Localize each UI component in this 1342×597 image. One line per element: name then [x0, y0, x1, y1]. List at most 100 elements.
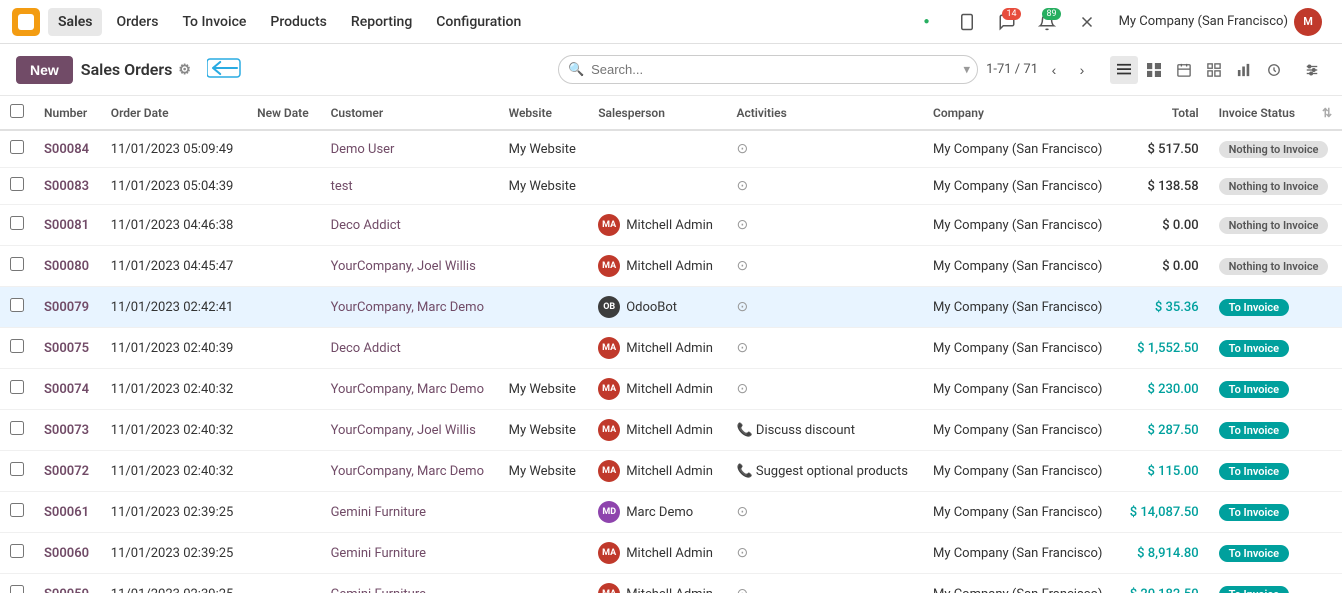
order-number[interactable]: S00075	[34, 328, 101, 369]
status-dot-icon[interactable]: ●	[911, 6, 943, 38]
row-checkbox[interactable]	[10, 216, 24, 230]
chat-icon[interactable]: 14	[991, 6, 1023, 38]
row-checkbox[interactable]	[10, 380, 24, 394]
row-checkbox[interactable]	[10, 503, 24, 517]
website	[499, 328, 589, 369]
column-settings-button[interactable]	[1298, 56, 1326, 84]
prev-page-button[interactable]: ‹	[1042, 58, 1066, 82]
row-checkbox[interactable]	[10, 257, 24, 271]
salesperson: OB OdooBot	[588, 287, 726, 328]
order-number[interactable]: S00060	[34, 533, 101, 574]
row-checkbox[interactable]	[10, 585, 24, 593]
table-row: S0006011/01/2023 02:39:25Gemini Furnitur…	[0, 533, 1342, 574]
order-number[interactable]: S00059	[34, 574, 101, 594]
chart-view-button[interactable]	[1230, 56, 1258, 84]
invoice-status: Nothing to Invoice	[1209, 130, 1342, 168]
order-number[interactable]: S00083	[34, 168, 101, 205]
order-total: $ 8,914.80	[1117, 533, 1208, 574]
activity-cell: 📞 Discuss discount	[726, 410, 923, 451]
nav-reporting[interactable]: Reporting	[341, 8, 422, 36]
order-total: $ 138.58	[1117, 168, 1208, 205]
row-checkbox[interactable]	[10, 421, 24, 435]
th-customer[interactable]: Customer	[321, 96, 499, 130]
new-date	[247, 451, 320, 492]
nav-orders[interactable]: Orders	[106, 8, 168, 36]
row-checkbox[interactable]	[10, 544, 24, 558]
kanban-view-button[interactable]	[1140, 56, 1168, 84]
order-number[interactable]: S00080	[34, 246, 101, 287]
breadcrumb-text: Sales Orders	[81, 60, 173, 79]
activity-bell-icon[interactable]: 89	[1031, 6, 1063, 38]
status-badge: To Invoice	[1219, 340, 1289, 357]
wrench-icon[interactable]	[1071, 6, 1103, 38]
clock-icon: ⊙	[736, 178, 748, 194]
company-name: My Company (San Francisco)	[923, 451, 1117, 492]
th-invoice-status[interactable]: Invoice Status ⇅	[1209, 96, 1342, 130]
new-button[interactable]: New	[16, 56, 73, 84]
new-date	[247, 246, 320, 287]
th-new-date[interactable]: New Date	[247, 96, 320, 130]
order-number[interactable]: S00074	[34, 369, 101, 410]
row-checkbox[interactable]	[10, 339, 24, 353]
activity-cell: ⊙	[726, 130, 923, 168]
status-badge: Nothing to Invoice	[1219, 141, 1329, 158]
row-checkbox[interactable]	[10, 177, 24, 191]
nav-products[interactable]: Products	[260, 8, 337, 36]
list-view-button[interactable]	[1110, 56, 1138, 84]
activity-view-button[interactable]	[1260, 56, 1288, 84]
order-total: $ 0.00	[1117, 246, 1208, 287]
order-number[interactable]: S00073	[34, 410, 101, 451]
salesperson: MA Mitchell Admin	[588, 369, 726, 410]
th-salesperson[interactable]: Salesperson	[588, 96, 726, 130]
order-date: 11/01/2023 04:46:38	[101, 205, 247, 246]
th-activities[interactable]: Activities	[726, 96, 923, 130]
company-name: My Company (San Francisco)	[923, 168, 1117, 205]
nav-configuration[interactable]: Configuration	[426, 8, 531, 36]
activity-label: Suggest optional products	[756, 464, 908, 479]
order-total: $ 14,087.50	[1117, 492, 1208, 533]
order-date: 11/01/2023 05:04:39	[101, 168, 247, 205]
order-number[interactable]: S00084	[34, 130, 101, 168]
activity-cell: ⊙	[726, 205, 923, 246]
order-number[interactable]: S00061	[34, 492, 101, 533]
order-number[interactable]: S00081	[34, 205, 101, 246]
th-order-date[interactable]: Order Date	[101, 96, 247, 130]
order-number[interactable]: S00079	[34, 287, 101, 328]
company-label: My Company (San Francisco)	[1119, 14, 1288, 29]
row-checkbox[interactable]	[10, 462, 24, 476]
customer-name: YourCompany, Marc Demo	[321, 451, 499, 492]
grid-view-button[interactable]	[1200, 56, 1228, 84]
customer-name: YourCompany, Joel Willis	[321, 410, 499, 451]
th-company[interactable]: Company	[923, 96, 1117, 130]
website: My Website	[499, 410, 589, 451]
new-date	[247, 168, 320, 205]
user-menu-button[interactable]: My Company (San Francisco) M	[1111, 4, 1330, 40]
select-all-checkbox[interactable]	[10, 104, 24, 118]
row-checkbox[interactable]	[10, 298, 24, 312]
invoice-status: To Invoice	[1209, 328, 1342, 369]
company-name: My Company (San Francisco)	[923, 574, 1117, 594]
phone-icon[interactable]	[951, 6, 983, 38]
nav-sales[interactable]: Sales	[48, 8, 102, 36]
next-page-button[interactable]: ›	[1070, 58, 1094, 82]
new-date	[247, 410, 320, 451]
table-row: S0008311/01/2023 05:04:39testMy Website⊙…	[0, 168, 1342, 205]
app-logo[interactable]	[12, 8, 40, 36]
customer-name: YourCompany, Marc Demo	[321, 287, 499, 328]
nav-to-invoice[interactable]: To Invoice	[172, 8, 256, 36]
search-dropdown-icon[interactable]: ▾	[964, 62, 971, 77]
search-input[interactable]	[558, 55, 978, 84]
th-website[interactable]: Website	[499, 96, 589, 130]
order-number[interactable]: S00072	[34, 451, 101, 492]
status-badge: Nothing to Invoice	[1219, 217, 1329, 234]
column-sort-icon[interactable]: ⇅	[1322, 106, 1332, 120]
th-number[interactable]: Number	[34, 96, 101, 130]
row-checkbox[interactable]	[10, 140, 24, 154]
th-total[interactable]: Total	[1117, 96, 1208, 130]
customer-name: Deco Addict	[321, 205, 499, 246]
table-row: S0007311/01/2023 02:40:32YourCompany, Jo…	[0, 410, 1342, 451]
settings-gear-icon[interactable]: ⚙	[178, 62, 191, 78]
website: My Website	[499, 369, 589, 410]
search-bar: 🔍 ▾	[558, 55, 978, 84]
calendar-view-button[interactable]	[1170, 56, 1198, 84]
